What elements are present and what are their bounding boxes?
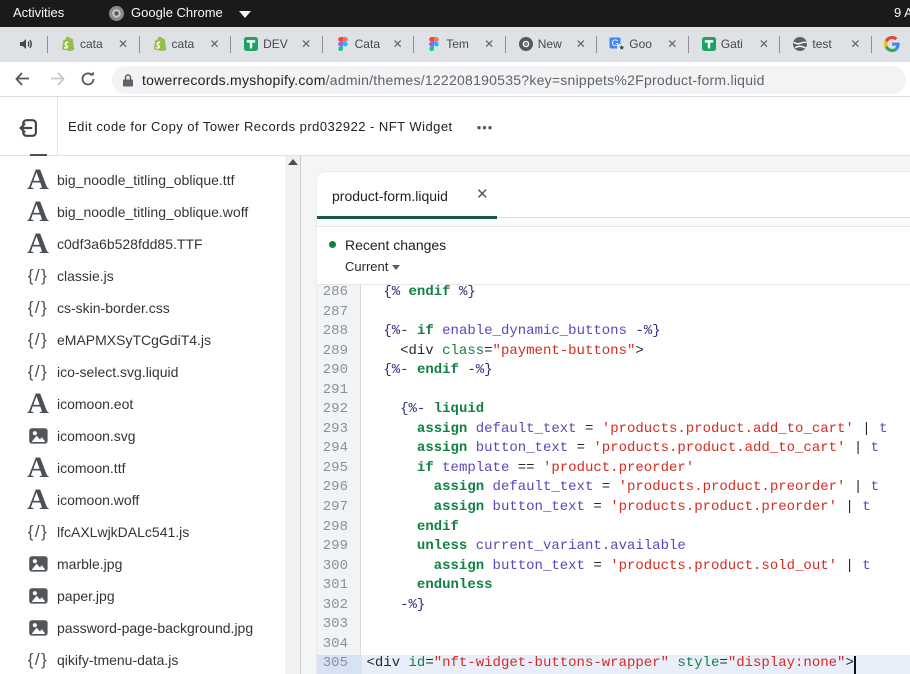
- svg-text:★: ★: [619, 43, 626, 52]
